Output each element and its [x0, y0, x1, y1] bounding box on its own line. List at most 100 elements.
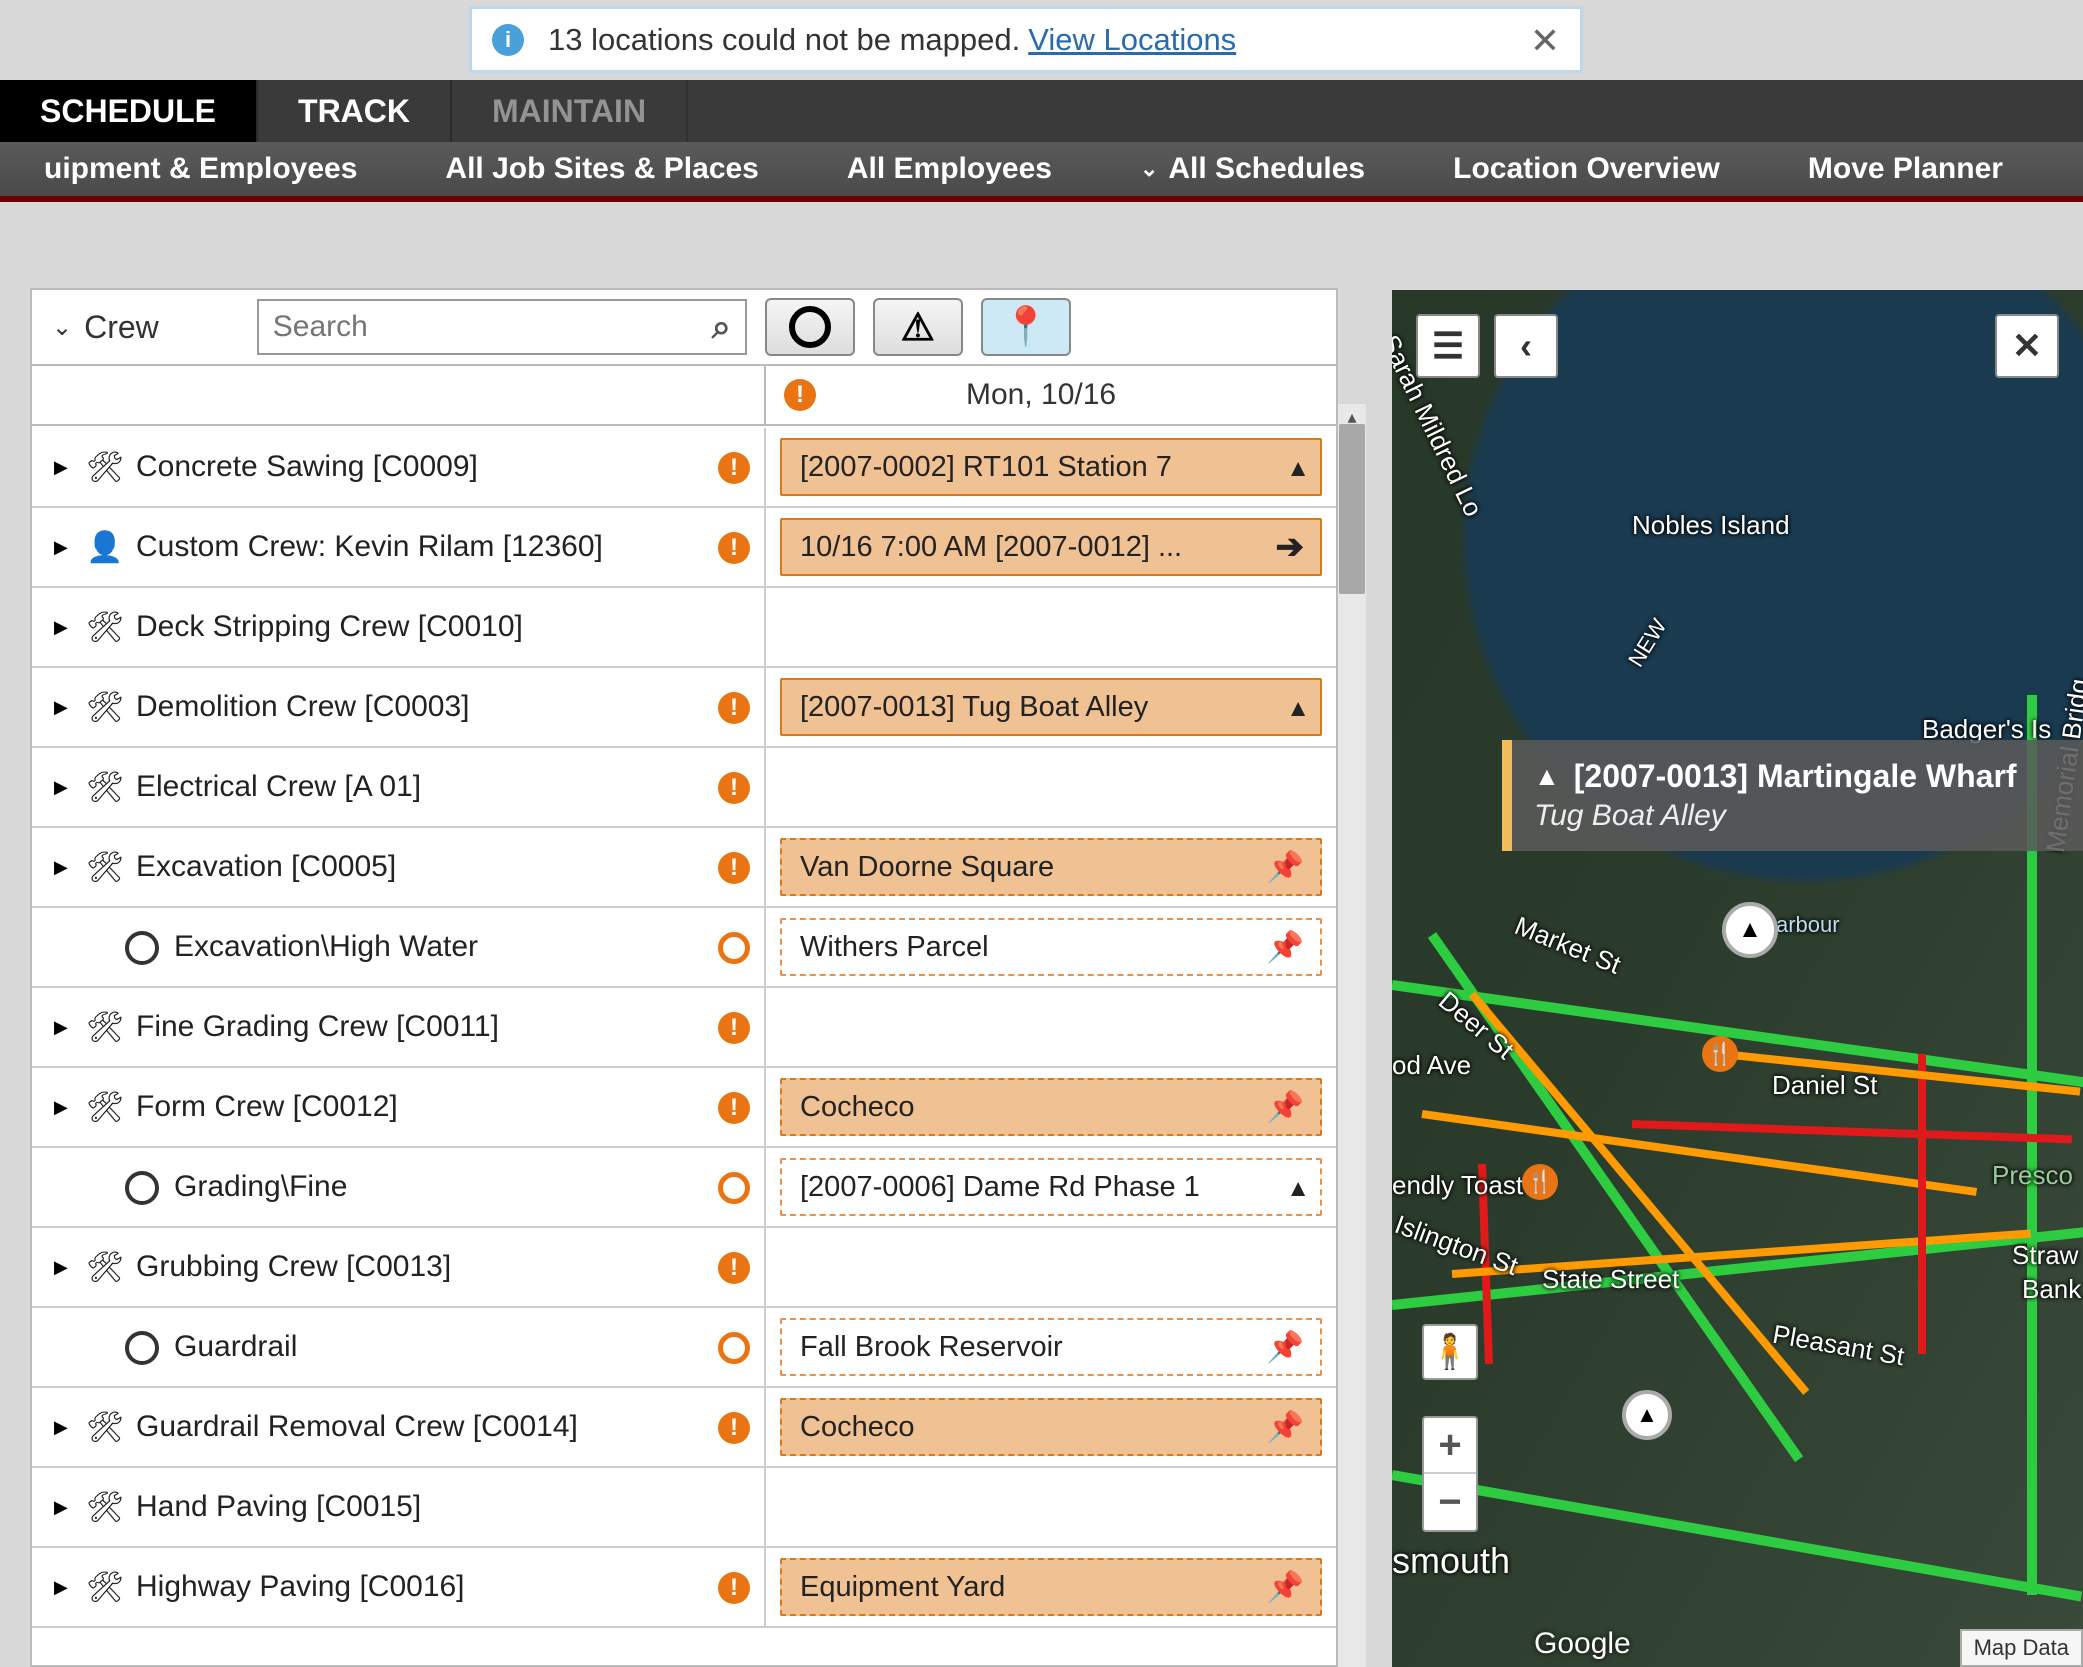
crew-row[interactable]: ▶Concrete Sawing [C0009]![2007-0002] RT1… — [32, 428, 1336, 508]
nav-equipment-employees[interactable]: uipment & Employees — [0, 152, 401, 186]
filter-circle-button[interactable] — [765, 298, 855, 356]
crew-cell[interactable]: ▶Deck Stripping Crew [C0010] — [32, 588, 766, 666]
crew-cell[interactable]: ▶Highway Paving [C0016]! — [32, 1548, 766, 1626]
filter-alert-button[interactable] — [873, 298, 963, 356]
crew-row[interactable]: ▶Demolition Crew [C0003]![2007-0013] Tug… — [32, 668, 1336, 748]
schedule-cell[interactable]: Cocheco📌 — [766, 1068, 1336, 1146]
tab-track[interactable]: TRACK — [258, 80, 452, 142]
nav-employees[interactable]: All Employees — [803, 152, 1096, 186]
crew-row[interactable]: GuardrailFall Brook Reservoir📌 — [32, 1308, 1336, 1388]
schedule-chip[interactable]: Equipment Yard📌 — [780, 1558, 1322, 1616]
map-data-button[interactable]: Map Data — [1960, 1629, 2083, 1667]
schedule-chip[interactable]: [2007-0006] Dame Rd Phase 1 — [780, 1158, 1322, 1216]
search-input[interactable]: ⌕ — [257, 299, 747, 355]
crew-row[interactable]: ▶Electrical Crew [A 01]! — [32, 748, 1336, 828]
schedule-cell[interactable] — [766, 1468, 1336, 1546]
crew-cell[interactable]: ▶Concrete Sawing [C0009]! — [32, 428, 766, 506]
filter-location-button[interactable]: 📍 — [981, 298, 1071, 356]
crew-cell[interactable]: ▶Fine Grading Crew [C0011]! — [32, 988, 766, 1066]
expand-icon[interactable]: ▶ — [54, 1017, 72, 1038]
expand-icon[interactable]: ▶ — [54, 1257, 72, 1278]
map-menu-button[interactable]: ☰ — [1416, 314, 1480, 378]
map-callout[interactable]: ▲[2007-0013] Martingale Wharf Tug Boat A… — [1502, 740, 2083, 851]
schedule-chip[interactable]: [2007-0013] Tug Boat Alley — [780, 678, 1322, 736]
schedule-cell[interactable]: Cocheco📌 — [766, 1388, 1336, 1466]
schedule-chip[interactable]: [2007-0002] RT101 Station 7 — [780, 438, 1322, 496]
expand-icon[interactable]: ▶ — [54, 1497, 72, 1518]
crew-row[interactable]: ▶Grubbing Crew [C0013]! — [32, 1228, 1336, 1308]
schedule-cell[interactable]: Equipment Yard📌 — [766, 1548, 1336, 1626]
crew-cell[interactable]: Excavation\High Water — [32, 908, 766, 986]
crew-row[interactable]: ▶Guardrail Removal Crew [C0014]!Cocheco📌 — [32, 1388, 1336, 1468]
scrollbar-thumb[interactable] — [1339, 424, 1365, 594]
nav-job-sites[interactable]: All Job Sites & Places — [401, 152, 802, 186]
tab-schedule[interactable]: SCHEDULE — [0, 80, 258, 142]
expand-icon[interactable]: ▶ — [54, 1577, 72, 1598]
crew-cell[interactable]: ▶Custom Crew: Kevin Rilam [12360]! — [32, 508, 766, 586]
crew-row[interactable]: ▶Custom Crew: Kevin Rilam [12360]!10/16 … — [32, 508, 1336, 588]
schedule-cell[interactable]: [2007-0013] Tug Boat Alley — [766, 668, 1336, 746]
schedule-chip[interactable]: Fall Brook Reservoir📌 — [780, 1318, 1322, 1376]
schedule-cell[interactable]: Withers Parcel📌 — [766, 908, 1336, 986]
streetview-pegman[interactable]: 🧍 — [1422, 1324, 1478, 1380]
schedule-cell[interactable]: Fall Brook Reservoir📌 — [766, 1308, 1336, 1386]
schedule-chip[interactable]: Cocheco📌 — [780, 1398, 1322, 1456]
zoom-in-button[interactable]: + — [1424, 1418, 1476, 1474]
expand-icon[interactable]: ▶ — [54, 617, 72, 638]
schedule-cell[interactable]: [2007-0006] Dame Rd Phase 1 — [766, 1148, 1336, 1226]
crew-row[interactable]: ▶Form Crew [C0012]!Cocheco📌 — [32, 1068, 1336, 1148]
schedule-cell[interactable]: [2007-0002] RT101 Station 7 — [766, 428, 1336, 506]
schedule-cell[interactable] — [766, 1228, 1336, 1306]
crew-cell[interactable]: Grading\Fine — [32, 1148, 766, 1226]
schedule-cell[interactable] — [766, 748, 1336, 826]
crew-cell[interactable]: ▶Form Crew [C0012]! — [32, 1068, 766, 1146]
crew-row[interactable]: ▶Fine Grading Crew [C0011]! — [32, 988, 1336, 1068]
expand-icon[interactable]: ▶ — [54, 1417, 72, 1438]
crew-row[interactable]: ▶Excavation [C0005]!Van Doorne Square📌 — [32, 828, 1336, 908]
map-panel[interactable]: Nobles Island Sarah Mildred Lo Badger's … — [1392, 290, 2083, 1667]
restaurant-pin-icon[interactable]: 🍴 — [1522, 1164, 1558, 1200]
map-back-button[interactable]: ‹ — [1494, 314, 1558, 378]
crew-cell[interactable]: ▶Demolition Crew [C0003]! — [32, 668, 766, 746]
crew-row[interactable]: ▶Highway Paving [C0016]!Equipment Yard📌 — [32, 1548, 1336, 1628]
expand-icon[interactable]: ▶ — [54, 857, 72, 878]
crew-row[interactable]: ▶Deck Stripping Crew [C0010] — [32, 588, 1336, 668]
tab-maintain[interactable]: MAINTAIN — [452, 80, 688, 142]
crew-row[interactable]: Grading\Fine[2007-0006] Dame Rd Phase 1 — [32, 1148, 1336, 1228]
crew-row[interactable]: Excavation\High WaterWithers Parcel📌 — [32, 908, 1336, 988]
zoom-out-button[interactable]: − — [1424, 1474, 1476, 1530]
expand-icon[interactable]: ▶ — [54, 457, 72, 478]
schedule-cell[interactable] — [766, 988, 1336, 1066]
notification-link[interactable]: View Locations — [1028, 22, 1236, 58]
expand-icon[interactable]: ▶ — [54, 1097, 72, 1118]
map-close-button[interactable]: ✕ — [1995, 314, 2059, 378]
schedule-chip[interactable]: Withers Parcel📌 — [780, 918, 1322, 976]
schedule-chip[interactable]: 10/16 7:00 AM [2007-0012] ...➔ — [780, 518, 1322, 576]
schedule-chip[interactable]: Van Doorne Square📌 — [780, 838, 1322, 896]
nav-schedules[interactable]: ⌄All Schedules — [1096, 152, 1409, 186]
map-marker[interactable]: ▲ — [1622, 1390, 1672, 1440]
expand-icon[interactable]: ▶ — [54, 777, 72, 798]
crew-cell[interactable]: ▶Guardrail Removal Crew [C0014]! — [32, 1388, 766, 1466]
search-icon[interactable]: ⌕ — [712, 308, 731, 347]
crew-cell[interactable]: ▶Grubbing Crew [C0013]! — [32, 1228, 766, 1306]
expand-icon[interactable]: ▶ — [54, 537, 72, 558]
schedule-cell[interactable]: 10/16 7:00 AM [2007-0012] ...➔ — [766, 508, 1336, 586]
scrollbar-track[interactable] — [1338, 430, 1366, 1667]
crew-dropdown[interactable]: ⌄ Crew — [52, 309, 239, 346]
schedule-chip[interactable]: Cocheco📌 — [780, 1078, 1322, 1136]
map-marker[interactable]: ▲ — [1722, 902, 1778, 958]
schedule-cell[interactable]: Van Doorne Square📌 — [766, 828, 1336, 906]
restaurant-pin-icon[interactable]: 🍴 — [1702, 1036, 1738, 1072]
crew-cell[interactable]: ▶Excavation [C0005]! — [32, 828, 766, 906]
close-icon[interactable]: ✕ — [1530, 23, 1560, 59]
schedule-cell[interactable] — [766, 588, 1336, 666]
nav-move-planner[interactable]: Move Planner — [1764, 152, 2047, 186]
expand-icon[interactable]: ▶ — [54, 697, 72, 718]
crew-cell[interactable]: ▶Electrical Crew [A 01]! — [32, 748, 766, 826]
crew-cell[interactable]: Guardrail — [32, 1308, 766, 1386]
crew-cell[interactable]: ▶Hand Paving [C0015] — [32, 1468, 766, 1546]
crew-row[interactable]: ▶Hand Paving [C0015] — [32, 1468, 1336, 1548]
nav-location-overview[interactable]: Location Overview — [1409, 152, 1764, 186]
search-field[interactable] — [273, 310, 712, 344]
